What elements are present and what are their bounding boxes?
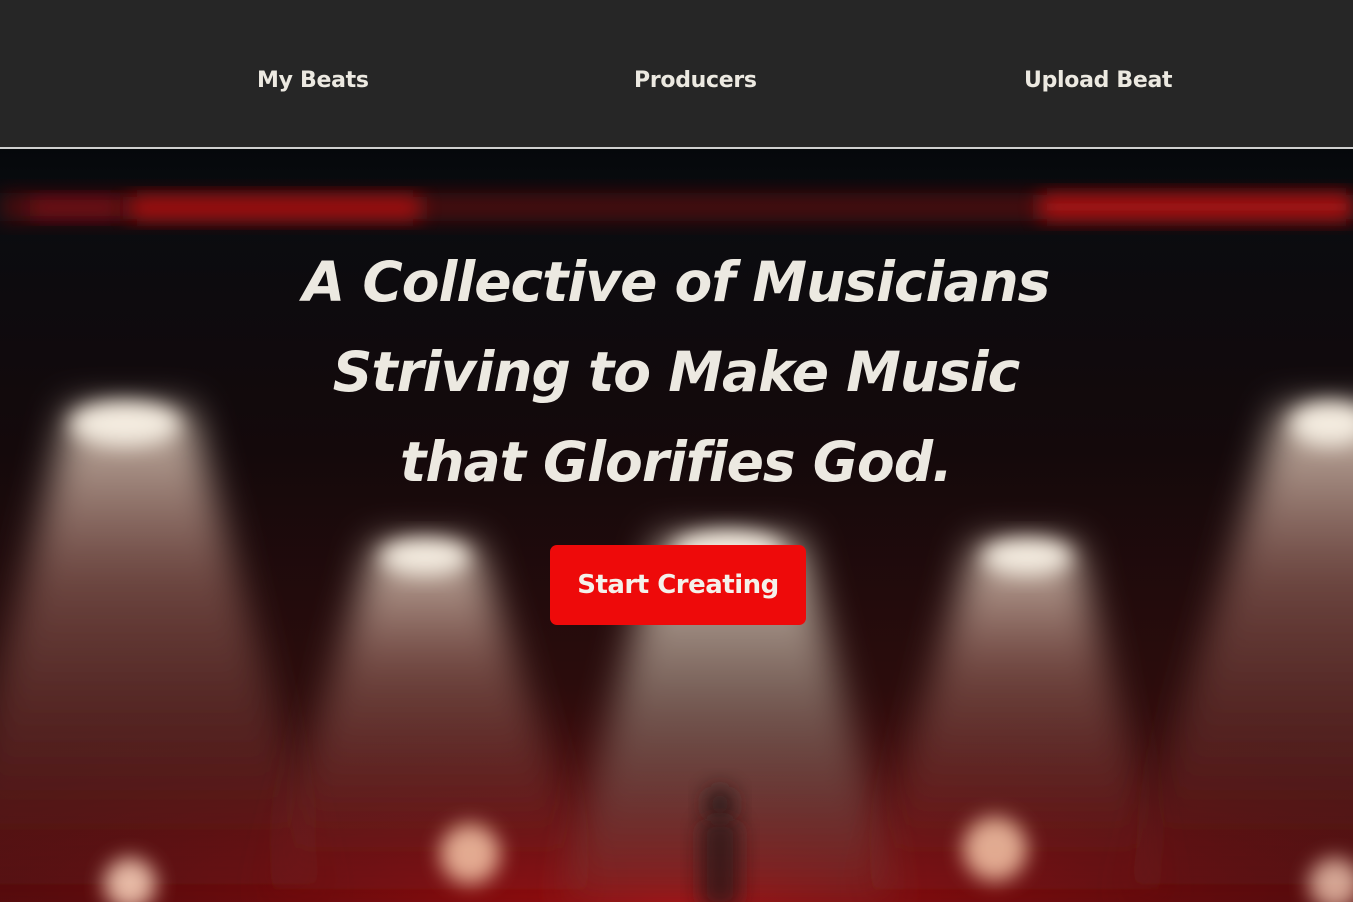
top-navigation: My Beats Producers Upload Beat [0,0,1353,149]
hero-heading-line-3: that Glorifies God. [400,430,953,494]
nav-link-producers[interactable]: Producers [634,68,757,93]
nav-link-my-beats[interactable]: My Beats [257,68,369,93]
hero-heading-line-2: Striving to Make Music [332,340,1020,404]
hero-heading: A Collective of Musicians Striving to Ma… [176,237,1176,507]
hero-heading-line-1: A Collective of Musicians [302,250,1051,314]
hero-section: A Collective of Musicians Striving to Ma… [0,149,1353,902]
nav-link-upload-beat[interactable]: Upload Beat [1024,68,1173,93]
start-creating-button[interactable]: Start Creating [550,545,806,625]
